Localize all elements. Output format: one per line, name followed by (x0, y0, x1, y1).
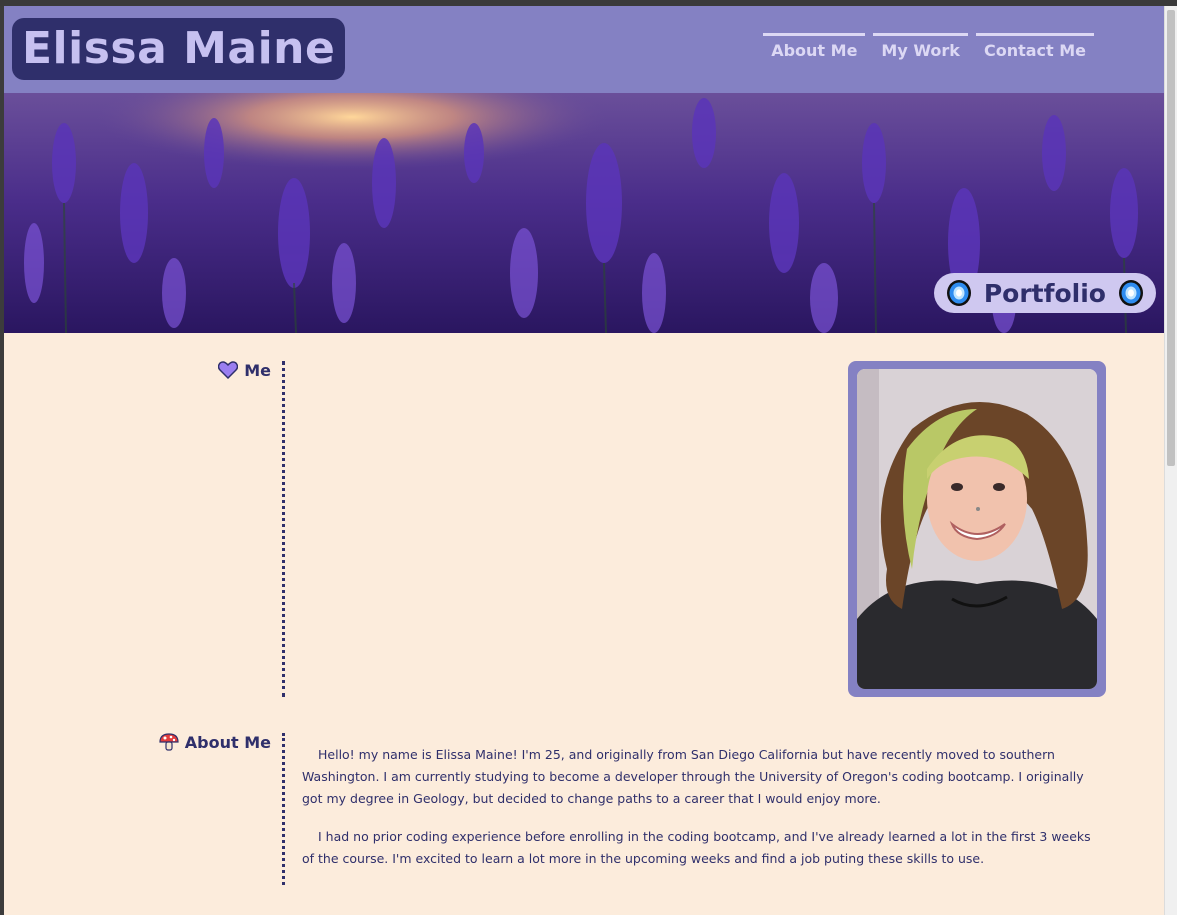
site-header: Elissa Maine About Me My Work Contact Me (4, 6, 1164, 93)
section-about-divider (282, 733, 285, 885)
profile-photo-frame (848, 361, 1106, 697)
about-paragraph: I had no prior coding experience before … (302, 829, 1091, 866)
portfolio-label: Portfolio (983, 278, 1106, 308)
nav-about-me[interactable]: About Me (763, 33, 866, 63)
about-paragraph: Hello! my name is Elissa Maine! I'm 25, … (302, 747, 1084, 806)
section-about-title: About Me (184, 732, 271, 752)
portfolio-badge: Portfolio (933, 273, 1156, 313)
hero-banner: Portfolio (4, 93, 1164, 333)
section-me-title: Me (244, 360, 271, 380)
about-text: Hello! my name is Elissa Maine! I'm 25, … (302, 744, 1094, 886)
mushroom-icon (159, 733, 179, 751)
purple-heart-icon (218, 361, 239, 379)
section-about-label: About Me (124, 731, 271, 753)
nav-my-work[interactable]: My Work (873, 33, 968, 63)
section-me-label: Me (174, 359, 271, 381)
portal-icon (946, 280, 971, 306)
site-title: Elissa Maine (12, 18, 346, 80)
main-nav: About Me My Work Contact Me (763, 33, 1094, 63)
nav-contact-me[interactable]: Contact Me (975, 33, 1094, 63)
scrollbar-thumb[interactable] (1167, 10, 1175, 466)
vertical-scrollbar[interactable] (1164, 6, 1177, 915)
portal-icon (1119, 280, 1143, 306)
profile-photo (857, 369, 1097, 689)
page: Elissa Maine About Me My Work Contact Me (4, 6, 1164, 915)
section-me-divider (282, 361, 285, 697)
